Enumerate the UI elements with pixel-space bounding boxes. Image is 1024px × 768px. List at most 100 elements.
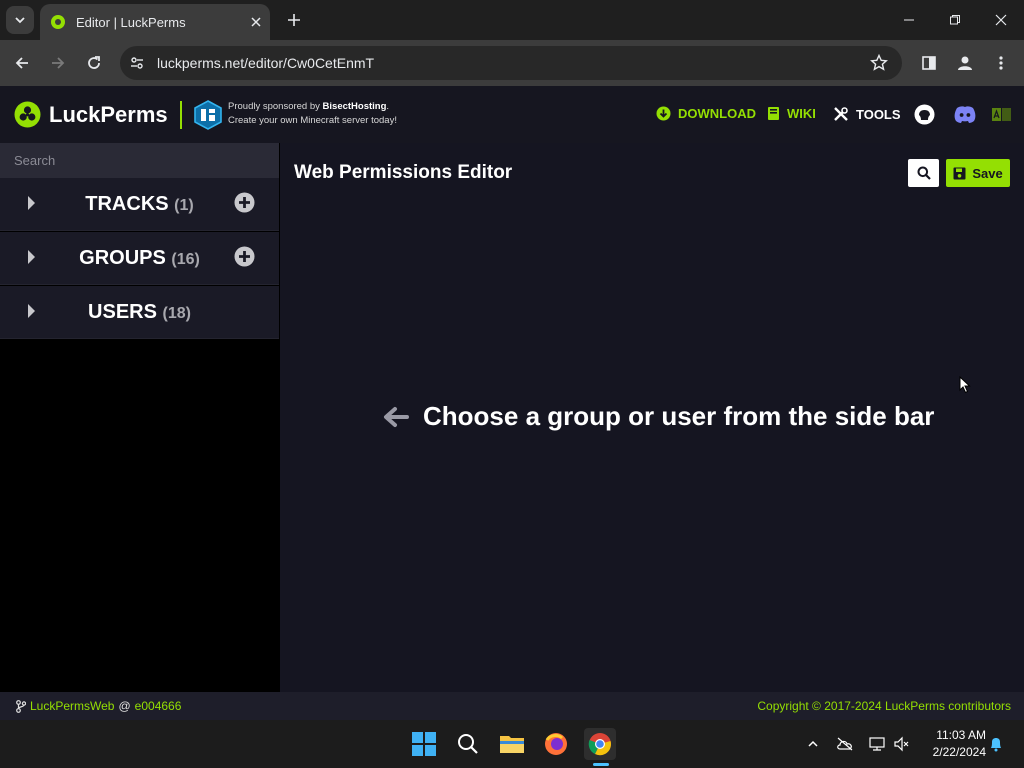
search-icon xyxy=(917,166,931,180)
add-group-icon[interactable] xyxy=(234,246,255,267)
sponsor-suffix: . xyxy=(386,101,390,112)
tab-close-button[interactable] xyxy=(244,10,268,34)
browser-menu-button[interactable] xyxy=(985,47,1017,79)
download-icon xyxy=(656,106,671,121)
sidebar-item-users[interactable]: USERS (18) xyxy=(0,286,279,339)
clock-date[interactable]: 2/22/2024 xyxy=(920,745,986,759)
site-footer: LuckPermsWeb @ e004666 Copyright © 2017-… xyxy=(0,692,1024,720)
site-settings-icon[interactable] xyxy=(129,55,145,71)
profile-icon xyxy=(958,56,972,70)
active-app-indicator xyxy=(593,763,609,766)
sidebar-item-label: USERS xyxy=(88,301,157,323)
search-icon xyxy=(458,734,478,754)
sidebar-item-tracks[interactable]: TRACKS (1) xyxy=(0,178,279,231)
bell-icon xyxy=(991,738,1001,752)
start-button[interactable] xyxy=(408,728,440,760)
close-icon xyxy=(995,14,1007,26)
profile-button[interactable] xyxy=(949,47,981,79)
arrow-left-icon xyxy=(15,57,28,69)
save-icon xyxy=(953,167,966,179)
arrow-left-icon xyxy=(384,406,409,427)
url-text: luckperms.net/editor/Cw0CetEnmT xyxy=(157,55,375,71)
page-title: Web Permissions Editor xyxy=(294,162,513,183)
chevron-up-icon xyxy=(808,740,818,747)
close-icon xyxy=(251,17,261,27)
sidebar-item-label: TRACKS xyxy=(85,193,169,215)
network-tray[interactable] xyxy=(867,734,887,754)
forward-button[interactable] xyxy=(42,47,74,79)
version-info: LuckPermsWeb @ e004666 xyxy=(16,699,181,713)
back-button[interactable] xyxy=(6,47,38,79)
reload-icon xyxy=(88,56,100,69)
plus-icon xyxy=(288,14,300,26)
main-content: Web Permissions Editor Save Choose a gro… xyxy=(280,143,1024,692)
firefox-button[interactable] xyxy=(540,728,572,760)
nav-download-link[interactable]: DOWNLOAD xyxy=(656,106,756,121)
browser-tab-active[interactable]: Editor | LuckPerms xyxy=(40,4,270,40)
onedrive-tray[interactable] xyxy=(835,734,855,754)
file-explorer-button[interactable] xyxy=(496,728,528,760)
nav-tools-label: TOOLS xyxy=(856,106,901,122)
translate-icon[interactable] xyxy=(992,108,1011,121)
github-icon[interactable] xyxy=(914,104,935,125)
close-window-button[interactable] xyxy=(978,0,1024,40)
tab-search-button[interactable] xyxy=(6,6,34,34)
sponsor-text: Proudly sponsored by BisectHosting. xyxy=(228,101,389,112)
tab-title: Editor | LuckPerms xyxy=(76,14,186,30)
header-divider xyxy=(180,101,182,129)
new-tab-button[interactable] xyxy=(280,6,308,34)
sponsor-name[interactable]: BisectHosting xyxy=(323,101,387,112)
show-hidden-icons-button[interactable] xyxy=(803,734,823,754)
sidebar-item-label: GROUPS xyxy=(79,247,166,269)
nav-download-label: DOWNLOAD xyxy=(678,106,756,121)
save-button[interactable]: Save xyxy=(946,159,1010,187)
save-button-label: Save xyxy=(972,165,1003,181)
nav-tools-link[interactable]: TOOLS xyxy=(833,106,901,122)
chrome-icon xyxy=(588,733,611,756)
browser-toolbar: luckperms.net/editor/Cw0CetEnmT xyxy=(0,40,1024,86)
empty-state-message: Choose a group or user from the side bar xyxy=(383,401,934,432)
taskbar-search-button[interactable] xyxy=(452,728,484,760)
sidebar-item-count: (18) xyxy=(162,305,191,322)
restore-icon xyxy=(950,15,960,25)
search-input[interactable] xyxy=(0,143,279,178)
speaker-muted-icon xyxy=(894,736,909,752)
sidebar-item-count: (1) xyxy=(174,197,194,214)
network-icon xyxy=(869,737,885,751)
side-panel-button[interactable] xyxy=(913,47,945,79)
side-panel-icon xyxy=(922,56,936,70)
sidebar-item-groups[interactable]: GROUPS (16) xyxy=(0,232,279,285)
folder-icon xyxy=(500,736,524,753)
nav-wiki-link[interactable]: WIKI xyxy=(767,106,816,121)
site-header: LuckPerms Proudly sponsored by BisectHos… xyxy=(0,86,1024,143)
minimize-icon xyxy=(904,19,914,21)
minimize-button[interactable] xyxy=(886,0,932,40)
copyright-link[interactable]: Copyright © 2017-2024 LuckPerms contribu… xyxy=(757,699,1011,713)
discord-icon[interactable] xyxy=(953,105,977,124)
cloud-offline-icon xyxy=(837,737,853,751)
volume-tray[interactable] xyxy=(892,734,912,754)
tools-icon xyxy=(834,107,848,121)
sponsor-tagline: Create your own Minecraft server today! xyxy=(228,115,397,126)
clock-time[interactable]: 11:03 AM xyxy=(920,728,986,742)
notifications-button[interactable] xyxy=(986,734,1006,754)
search-button[interactable] xyxy=(908,159,939,187)
site-logo-text[interactable]: LuckPerms xyxy=(49,102,168,128)
sidebar-search xyxy=(0,143,279,178)
restore-button[interactable] xyxy=(932,0,978,40)
nav-wiki-label: WIKI xyxy=(787,106,816,121)
luckperms-logo-icon[interactable] xyxy=(14,101,41,128)
add-track-icon[interactable] xyxy=(234,192,255,213)
luckperms-favicon-icon xyxy=(51,15,65,29)
bisecthosting-logo-icon[interactable] xyxy=(194,100,222,130)
browser-tab-strip: Editor | LuckPerms xyxy=(0,0,1024,40)
sponsor-prefix: Proudly sponsored by xyxy=(228,101,323,112)
project-link[interactable]: LuckPermsWeb xyxy=(30,699,114,713)
commit-link[interactable]: e004666 xyxy=(135,699,182,713)
empty-state-text: Choose a group or user from the side bar xyxy=(423,401,935,431)
address-bar[interactable]: luckperms.net/editor/Cw0CetEnmT xyxy=(120,46,902,80)
chrome-button[interactable] xyxy=(584,728,616,760)
reload-button[interactable] xyxy=(78,47,110,79)
bookmark-star-icon[interactable] xyxy=(870,54,888,72)
os-taskbar: 11:03 AM 2/22/2024 xyxy=(0,720,1024,768)
